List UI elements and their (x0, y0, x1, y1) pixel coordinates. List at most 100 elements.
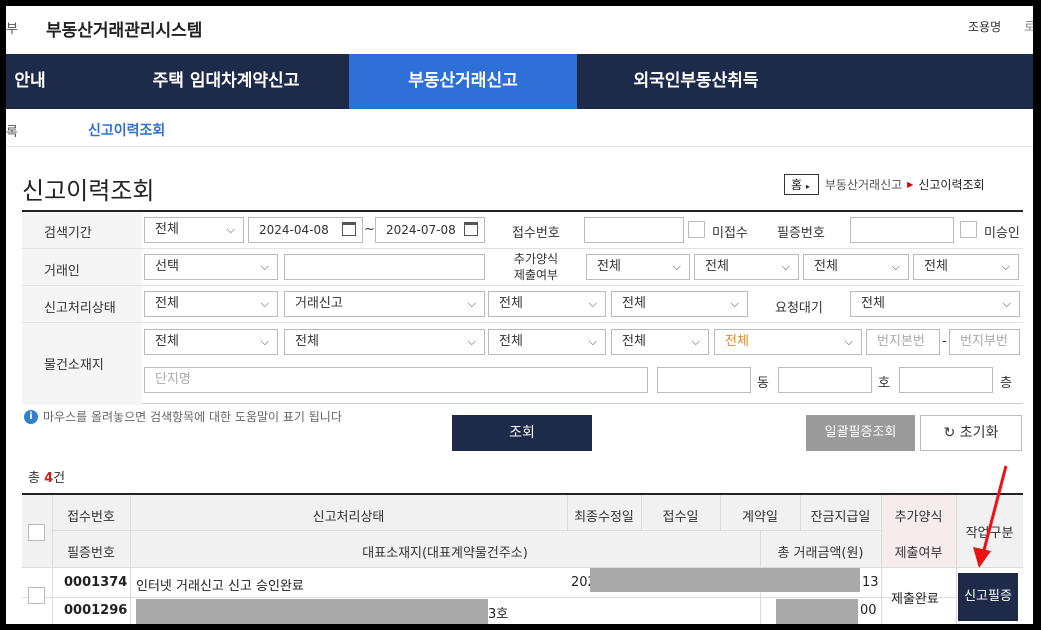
location-select-1[interactable]: 전체 ⌵ (144, 329, 278, 355)
sub-nav-edge-text[interactable]: 록 (6, 121, 18, 140)
top-bar: 부 부동산거래관리시스템 조용명 로 (6, 6, 1033, 54)
location-select-4[interactable]: 전체 ⌵ (611, 329, 709, 355)
dong-label: 동 (757, 376, 769, 391)
divider (22, 597, 956, 598)
user-name[interactable]: 조용명 (968, 18, 1001, 35)
floor-input[interactable] (899, 367, 993, 393)
chevron-down-icon: ⌵ (691, 335, 700, 348)
redacted-area (776, 599, 858, 624)
col-cert-no: 필증번호 (67, 546, 115, 561)
chevron-down-icon: ⌵ (588, 335, 597, 348)
status-select-3[interactable]: 전체 ⌵ (488, 291, 606, 317)
row-status: 인터넷 거래신고 신고 승인완료 (136, 579, 304, 594)
trader-select[interactable]: 선택 ⌵ (144, 254, 278, 280)
wait-label: 요청대기 (775, 301, 823, 316)
complex-name-input[interactable]: 단지명 (144, 367, 648, 393)
top-edge-right-text[interactable]: 로 (1024, 16, 1033, 35)
row-receipt-no[interactable]: 0001374 (64, 575, 127, 590)
location-label: 물건소재지 (44, 358, 104, 373)
bulk-cert-button[interactable]: 일괄필증조회 (806, 415, 915, 451)
row-checkbox[interactable] (28, 587, 45, 604)
nav-item-real-estate-report[interactable]: 부동산거래신고 (349, 54, 577, 109)
top-edge-left-text: 부 (6, 22, 18, 37)
col-submit-status: 제출여부 (894, 546, 943, 561)
help-note: i 마우스를 올려놓으면 검색항목에 대한 도움말이 표기 됩니다 (24, 408, 342, 425)
main-lot-number-input[interactable]: 번지본번 (866, 329, 940, 355)
breadcrumb-current: 신고이력조회 (918, 178, 985, 192)
dong-input[interactable] (657, 367, 751, 393)
refresh-icon: ↻ (943, 425, 956, 441)
report-cert-button[interactable]: 신고필증 (958, 573, 1018, 621)
col-receipt-no: 접수번호 (67, 510, 115, 525)
col-address: 대표소재지(대표계약물건주소) (362, 546, 528, 561)
date-tilde: ~ (364, 222, 375, 237)
redacted-area (136, 599, 488, 624)
triangle-right-icon: ▶ (907, 180, 914, 189)
cert-no-label: 필증번호 (777, 226, 825, 241)
unapproved-label: 미승인 (984, 226, 1020, 241)
divider (22, 285, 1023, 286)
result-table: 접수번호 신고처리상태 최종수정일 접수일 계약일 잔금지급일 추가양식 작업구… (22, 493, 1023, 624)
nav-item-guide[interactable]: 안내 (6, 54, 54, 109)
extra-form-select-4[interactable]: 전체 ⌵ (913, 254, 1019, 280)
location-select-5[interactable]: 전체 ⌵ (714, 329, 862, 355)
date-from-input[interactable]: 2024-04-08 (248, 217, 363, 243)
calendar-icon[interactable] (464, 222, 478, 236)
main-nav: 안내 주택 임대차계약신고 부동산거래신고 외국인부동산취득 (6, 54, 1033, 109)
wait-select[interactable]: 전체 ⌵ (850, 291, 1020, 317)
chevron-down-icon: ⌵ (891, 260, 900, 273)
trader-name-input[interactable] (284, 254, 485, 280)
status-select-1[interactable]: 전체 ⌵ (144, 291, 278, 317)
extra-form-select-1[interactable]: 전체 ⌵ (586, 254, 690, 280)
location-select-3[interactable]: 전체 ⌵ (488, 329, 606, 355)
nav-item-lease-report[interactable]: 주택 임대차계약신고 (131, 54, 321, 109)
status-label: 신고처리상태 (44, 301, 116, 316)
divider (956, 495, 957, 624)
sub-nav-item-history[interactable]: 신고이력조회 (88, 120, 165, 140)
reset-button[interactable]: ↻ 초기화 (920, 415, 1022, 451)
status-select-2[interactable]: 거래신고 ⌵ (284, 291, 485, 317)
period-label: 검색기간 (44, 226, 92, 241)
extra-form-select-3[interactable]: 전체 ⌵ (803, 254, 909, 280)
unapproved-checkbox[interactable] (960, 221, 977, 238)
cert-no-input[interactable] (850, 217, 954, 243)
col-modified-date: 최종수정일 (574, 510, 634, 525)
chevron-down-icon: ⌵ (588, 297, 597, 310)
extra-form-select-2[interactable]: 전체 ⌵ (694, 254, 799, 280)
chevron-down-icon: ⌵ (260, 260, 269, 273)
system-title[interactable]: 부동산거래관리시스템 (46, 16, 202, 41)
info-icon: i (24, 409, 38, 424)
select-all-checkbox[interactable] (28, 524, 45, 541)
chevron-down-icon: ⌵ (672, 260, 681, 273)
row-total-amount: 00 (860, 603, 877, 618)
row-cert-no: 0001296 (64, 603, 128, 618)
col-balance-date: 잔금지급일 (810, 510, 871, 525)
row-balance-date: 13 (862, 575, 879, 590)
col-total-amount: 총 거래금액(원) (777, 546, 864, 561)
receipt-no-input[interactable] (584, 217, 684, 243)
breadcrumb-parent[interactable]: 부동산거래신고 (825, 176, 902, 193)
chevron-down-icon: ⌵ (260, 297, 269, 310)
nav-item-foreigner-acquisition[interactable]: 외국인부동산취득 (606, 54, 786, 109)
unreceived-checkbox[interactable] (688, 221, 705, 238)
total-count: 총 4건 (28, 471, 66, 486)
breadcrumb-home[interactable]: 홈 ▸ (784, 174, 819, 195)
chevron-down-icon: ⌵ (226, 223, 235, 236)
chevron-down-icon: ⌵ (467, 297, 476, 310)
help-text: 마우스를 올려놓으면 검색항목에 대한 도움말이 표기 됩니다 (43, 410, 342, 424)
status-select-4[interactable]: 전체 ⌵ (611, 291, 748, 317)
redacted-area (590, 568, 860, 592)
date-to-input[interactable]: 2024-07-08 (375, 217, 485, 243)
calendar-icon[interactable] (342, 222, 356, 236)
search-button[interactable]: 조회 (452, 415, 592, 451)
divider (22, 567, 1023, 568)
extra-form-label: 추가양식 제출여부 (513, 252, 559, 282)
location-select-2[interactable]: 전체 ⌵ (284, 329, 485, 355)
chevron-down-icon: ⌵ (1002, 297, 1011, 310)
ho-input[interactable] (778, 367, 872, 393)
col-contract-date: 계약일 (742, 510, 778, 525)
divider (22, 248, 1023, 249)
sub-lot-number-input[interactable]: 번지부번 (949, 329, 1020, 355)
col-work-type: 작업구분 (965, 526, 1014, 541)
period-select[interactable]: 전체 ⌵ (144, 217, 244, 243)
